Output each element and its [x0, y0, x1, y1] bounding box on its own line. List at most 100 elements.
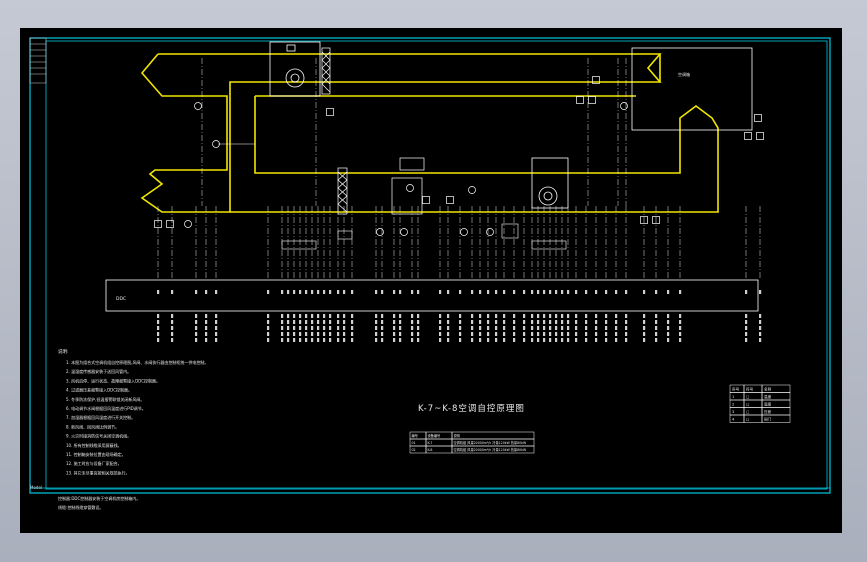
terminal-glyph	[439, 320, 442, 324]
terminal-glyph	[375, 338, 378, 342]
terminal-glyph	[555, 332, 558, 336]
sensor-circle	[400, 228, 408, 236]
terminal-glyph	[487, 320, 490, 324]
terminal-label-col	[745, 290, 748, 342]
terminal-glyph	[375, 314, 378, 318]
terminal-glyph	[205, 338, 208, 342]
terminal-glyph	[171, 326, 174, 330]
terminal-glyph	[561, 332, 564, 336]
terminal-tag	[625, 290, 628, 294]
terminal-glyph	[215, 332, 218, 336]
note-line: 8. 新风阀、回风阀比例调节。	[66, 423, 119, 429]
terminal-label-col	[543, 290, 546, 342]
terminal-label-col	[323, 290, 326, 342]
terminal-tag	[317, 290, 320, 294]
terminal-label-col	[605, 290, 608, 342]
terminal-glyph	[215, 320, 218, 324]
terminal-glyph	[305, 314, 308, 318]
schedule-cell	[451, 431, 535, 440]
terminal-glyph	[343, 320, 346, 324]
terminal-glyph	[459, 332, 462, 336]
terminal-glyph	[745, 332, 748, 336]
terminal-glyph	[543, 326, 546, 330]
schedule-cell-text: 01	[412, 441, 416, 445]
terminal-glyph	[351, 320, 354, 324]
terminal-glyph	[625, 332, 628, 336]
terminal-glyph	[643, 338, 646, 342]
terminal-glyph	[479, 314, 482, 318]
drawing-frame	[29, 37, 831, 494]
terminal-glyph	[759, 320, 762, 324]
terminal-glyph	[495, 320, 498, 324]
terminal-tag	[543, 290, 546, 294]
terminal-label-col	[399, 290, 402, 342]
terminal-glyph	[655, 338, 658, 342]
terminal-glyph	[625, 320, 628, 324]
terminal-tag	[393, 290, 396, 294]
terminal-glyph	[447, 332, 450, 336]
terminal-tag	[215, 290, 218, 294]
legend-cell-text: 湿度	[764, 402, 772, 407]
terminal-tag	[567, 290, 570, 294]
sensor-square	[422, 196, 430, 204]
terminal-glyph	[329, 332, 332, 336]
terminal-glyph	[281, 338, 284, 342]
terminal-glyph	[205, 326, 208, 330]
terminal-tag	[487, 290, 490, 294]
terminal-glyph	[495, 314, 498, 318]
terminal-label-col	[567, 290, 570, 342]
terminal-glyph	[537, 314, 540, 318]
terminal-glyph	[667, 320, 670, 324]
terminal-glyph	[299, 314, 302, 318]
legend-cell-text: □	[746, 395, 749, 399]
terminal-glyph	[567, 320, 570, 324]
terminal-label-col	[575, 290, 578, 342]
terminal-glyph	[375, 320, 378, 324]
schedule-cell-text: K-8	[428, 448, 433, 452]
schedule-cell-text: 空调机组 风量20000m³/h 冷量120kW 热量80kW	[454, 447, 528, 452]
terminal-glyph	[329, 326, 332, 330]
terminal-label-col	[759, 290, 762, 342]
terminal-glyph	[329, 338, 332, 342]
terminal-glyph	[605, 332, 608, 336]
terminal-glyph	[205, 314, 208, 318]
terminal-glyph	[157, 326, 160, 330]
terminal-glyph	[759, 338, 762, 342]
terminal-glyph	[625, 338, 628, 342]
terminal-glyph	[337, 332, 340, 336]
terminal-glyph	[523, 320, 526, 324]
terminal-glyph	[605, 338, 608, 342]
terminal-glyph	[643, 320, 646, 324]
terminal-glyph	[337, 338, 340, 342]
sensor-square	[756, 132, 764, 140]
terminal-glyph	[537, 338, 540, 342]
terminal-glyph	[205, 332, 208, 336]
terminal-glyph	[317, 332, 320, 336]
terminal-glyph	[171, 332, 174, 336]
note-line: 3. 风机启停、运行状态、故障报警接入DDC控制器。	[66, 377, 160, 383]
terminal-glyph	[281, 314, 284, 318]
terminal-glyph	[655, 332, 658, 336]
terminal-glyph	[399, 326, 402, 330]
terminal-glyph	[595, 326, 598, 330]
return-fan	[531, 157, 569, 209]
note-line: 9. 火灾时接消防信号关闭空调机组。	[66, 433, 131, 439]
terminal-glyph	[643, 326, 646, 330]
terminal-glyph	[343, 338, 346, 342]
terminal-tag	[759, 290, 762, 294]
terminal-glyph	[157, 314, 160, 318]
terminal-glyph	[157, 320, 160, 324]
terminal-glyph	[471, 338, 474, 342]
terminal-tag	[171, 290, 174, 294]
terminal-tag	[745, 290, 748, 294]
terminal-glyph	[471, 314, 474, 318]
terminal-glyph	[171, 320, 174, 324]
terminal-glyph	[531, 314, 534, 318]
terminal-glyph	[287, 326, 290, 330]
terminal-label-col	[195, 290, 198, 342]
terminal-tag	[615, 290, 618, 294]
terminal-glyph	[549, 338, 552, 342]
terminal-label-col	[531, 290, 534, 342]
terminal-glyph	[531, 338, 534, 342]
sensor-circle	[486, 228, 494, 236]
